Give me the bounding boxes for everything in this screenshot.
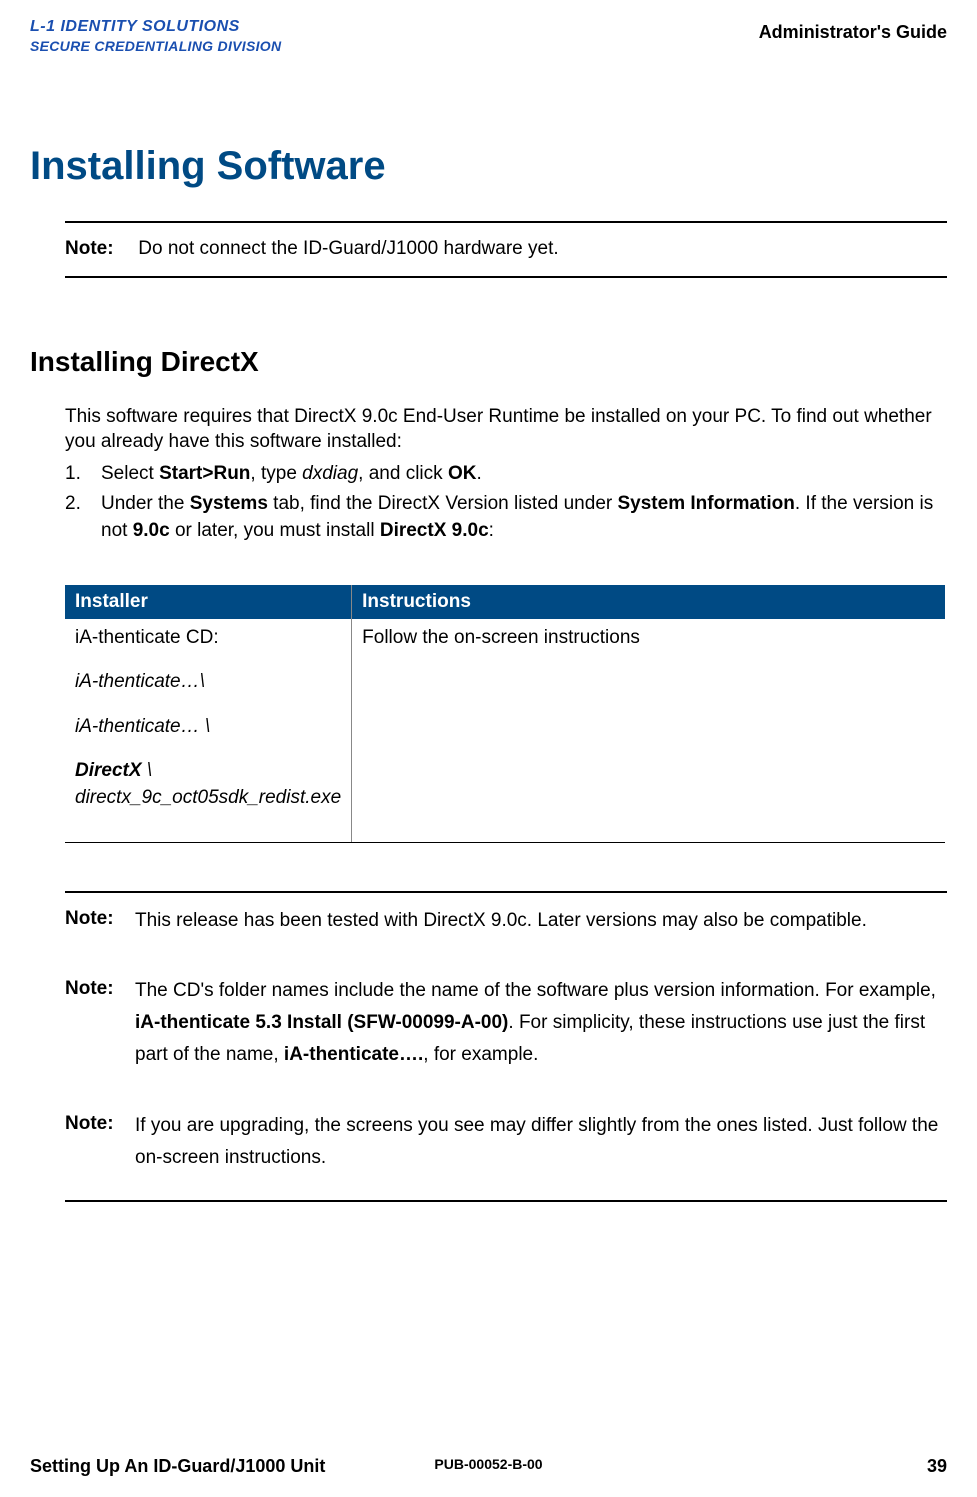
note-hardware: Note: Do not connect the ID-Guard/J1000 …	[65, 223, 947, 276]
installer-table: Installer Instructions iA-thenticate CD:…	[65, 585, 945, 843]
note-label: Note:	[65, 975, 119, 1072]
note-text: Do not connect the ID-Guard/J1000 hardwa…	[138, 235, 558, 264]
footer-pub-number: PUB-00052-B-00	[434, 1456, 542, 1472]
table-header-installer: Installer	[65, 585, 352, 619]
instructions-cell: Follow the on-screen instructions	[352, 619, 945, 842]
step-1: 1. Select Start>Run, type dxdiag, and cl…	[65, 461, 947, 488]
intro-paragraph: This software requires that DirectX 9.0c…	[65, 404, 947, 455]
page-header: L-1 IDENTITY SOLUTIONS SECURE CREDENTIAL…	[0, 0, 977, 54]
step-number: 1.	[65, 461, 101, 488]
note-text: The CD's folder names include the name o…	[135, 975, 947, 1072]
guide-title: Administrator's Guide	[759, 22, 947, 43]
note-folder-names: Note: The CD's folder names include the …	[65, 963, 947, 1098]
chapter-title: Installing Software	[30, 144, 947, 189]
page-footer: Setting Up An ID-Guard/J1000 Unit PUB-00…	[0, 1456, 977, 1477]
note-label: Note:	[65, 1110, 119, 1175]
note-label: Note:	[65, 905, 119, 937]
section-title: Installing DirectX	[30, 346, 947, 378]
notes-group: Note: This release has been tested with …	[30, 893, 947, 1201]
main-content: Installing Software Note: Do not connect…	[0, 144, 977, 1202]
step-number: 2.	[65, 491, 101, 544]
installer-cell: iA-thenticate CD: iA-thenticate…\ iA-the…	[65, 619, 352, 842]
intro-text: This software requires that DirectX 9.0c…	[65, 404, 947, 455]
table-header-instructions: Instructions	[352, 585, 945, 619]
step-body: Under the Systems tab, find the DirectX …	[101, 491, 947, 544]
company-logo: L-1 IDENTITY SOLUTIONS SECURE CREDENTIAL…	[30, 18, 281, 54]
page-number: 39	[927, 1456, 947, 1477]
numbered-steps: 1. Select Start>Run, type dxdiag, and cl…	[65, 461, 947, 545]
note-tested: Note: This release has been tested with …	[65, 893, 947, 963]
note-text: If you are upgrading, the screens you se…	[135, 1110, 947, 1175]
logo-line-1: L-1 IDENTITY SOLUTIONS	[30, 18, 281, 36]
divider	[65, 276, 947, 278]
divider	[65, 1200, 947, 1202]
note-text: This release has been tested with Direct…	[135, 905, 947, 937]
logo-line-2: SECURE CREDENTIALING DIVISION	[30, 38, 281, 54]
step-2: 2. Under the Systems tab, find the Direc…	[65, 491, 947, 544]
table-row: iA-thenticate CD: iA-thenticate…\ iA-the…	[65, 619, 945, 842]
footer-section-title: Setting Up An ID-Guard/J1000 Unit	[30, 1456, 325, 1477]
step-body: Select Start>Run, type dxdiag, and click…	[101, 461, 947, 488]
note-upgrade: Note: If you are upgrading, the screens …	[65, 1098, 947, 1201]
note-label: Note:	[65, 235, 133, 264]
